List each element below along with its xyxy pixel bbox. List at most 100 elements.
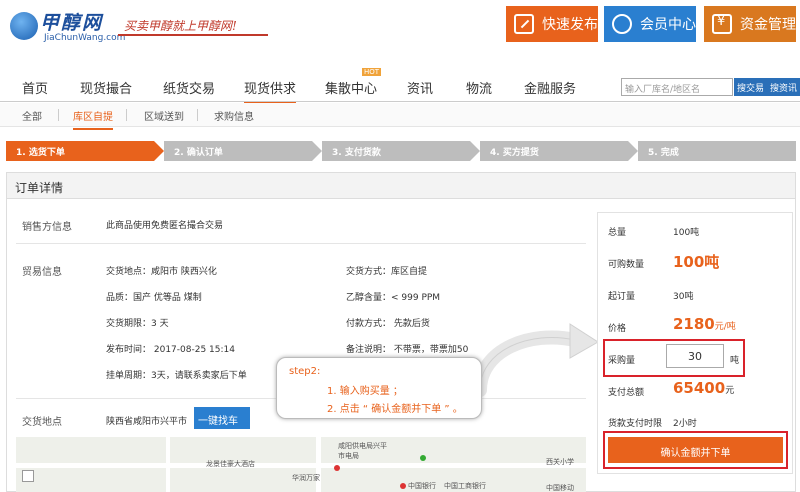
- step-label: 2. 确认订单: [174, 148, 223, 158]
- location-value: 陕西省咸阳市兴平市: [106, 417, 188, 427]
- divider: [16, 243, 586, 244]
- find-car-button[interactable]: 一键找车: [194, 407, 250, 429]
- map-label: 中国银行: [408, 482, 436, 490]
- amount-unit: 元: [725, 386, 735, 396]
- search-input[interactable]: 输入厂库名/地区名: [621, 78, 733, 96]
- nav-item-distribution-center[interactable]: 集散中心: [325, 78, 377, 97]
- map-label: 中国工商银行: [444, 482, 486, 490]
- total-label: 总量: [608, 228, 627, 238]
- price-value: 2180: [673, 315, 715, 333]
- order-steps: 1. 选货下单 2. 确认订单 3. 支付货款 4. 买方提货 5. 完成: [6, 141, 796, 161]
- map-road: [316, 437, 321, 492]
- confirm-order-button[interactable]: 确认金额并下单: [608, 437, 783, 463]
- user-icon: [612, 14, 632, 34]
- nav-item-paper-trading[interactable]: 纸货交易: [163, 78, 215, 97]
- step-1: 1. 选货下单: [6, 141, 164, 161]
- map-label: 华润万家: [292, 474, 320, 482]
- sub-nav: 全部 库区自提 区域送到 求购信息: [0, 103, 800, 130]
- step-arrow: [154, 141, 164, 161]
- map-label: 中国移动: [546, 484, 574, 492]
- trade-field: 发布时间： 2017-08-25 15:14: [106, 345, 235, 355]
- seller-value: 此商品使用免费匿名撮合交易: [106, 221, 224, 231]
- panel-title: 订单详情: [7, 173, 795, 199]
- location-map[interactable]: 龙景佳豪大酒店 咸阳供电局兴平市电局 华润万家 中国银行 中国工商银行 西关小学…: [16, 437, 586, 492]
- trade-field: 挂单周期：3天，请联系卖家后下单: [106, 371, 247, 381]
- hot-badge: HOT: [362, 68, 382, 76]
- step-4: 4. 买方提货: [480, 141, 638, 161]
- subnav-item-self-pickup[interactable]: 库区自提: [73, 108, 113, 130]
- quantity-unit: 吨: [730, 356, 740, 366]
- slogan-underline: [118, 34, 268, 36]
- trade-field: 乙醇含量：< 999 PPM: [346, 293, 441, 303]
- amount-label: 支付总额: [608, 388, 645, 398]
- step-2: 2. 确认订单: [164, 141, 322, 161]
- available-value: 100吨: [673, 253, 720, 271]
- member-center-button[interactable]: 会员中心: [604, 6, 696, 42]
- map-control-icon[interactable]: [22, 470, 34, 482]
- nav-item-spot-supply[interactable]: 现货供求: [244, 78, 297, 104]
- yen-icon: [712, 14, 732, 34]
- subnav-item-regional-delivery[interactable]: 区域送到: [144, 108, 184, 123]
- price-value-group: 2180元/吨: [673, 315, 736, 333]
- nav-item-home[interactable]: 首页: [22, 78, 48, 97]
- search-news-button[interactable]: 搜资讯: [767, 78, 800, 96]
- curved-arrow-icon: [473, 323, 599, 397]
- nav-item-news[interactable]: 资讯: [407, 78, 433, 97]
- slogan: 买卖甲醇就上甲醇网!: [124, 19, 237, 33]
- map-road: [16, 463, 586, 468]
- amount-value: 65400: [673, 379, 726, 397]
- map-road: [166, 437, 170, 492]
- fund-management-button[interactable]: 资金管理: [704, 6, 796, 42]
- step-5: 5. 完成: [638, 141, 796, 161]
- member-center-label: 会员中心: [640, 17, 696, 33]
- quantity-input[interactable]: 30: [666, 344, 724, 368]
- map-label: 西关小学: [546, 458, 574, 466]
- logo-domain: JiaChunWang.com: [44, 33, 126, 43]
- step-label: 5. 完成: [648, 148, 679, 158]
- nav-item-spot-matching[interactable]: 现货撮合: [80, 78, 132, 97]
- price-label: 价格: [608, 324, 627, 334]
- nav-item-finance[interactable]: 金融服务: [524, 78, 576, 97]
- callout-title: step2:: [289, 366, 321, 377]
- subnav-divider: [126, 109, 127, 121]
- total-value: 100吨: [673, 228, 700, 238]
- callout-line: 2. 点击 “ 确认金额并下单 ” 。: [327, 404, 463, 415]
- order-summary: 总量 100吨 可购数量 100吨 起订量 30吨 价格 2180元/吨 采购量…: [597, 212, 793, 474]
- map-pin-icon: [400, 483, 406, 489]
- location-label: 交货地点: [22, 417, 62, 428]
- seller-label: 销售方信息: [22, 222, 72, 233]
- trade-info-label: 贸易信息: [22, 267, 62, 278]
- quick-publish-button[interactable]: 快速发布: [506, 6, 598, 42]
- trade-field: 备注说明： 不带票，带票加50: [346, 345, 469, 355]
- subnav-divider: [58, 109, 59, 121]
- min-order-label: 起订量: [608, 292, 636, 302]
- nav-item-logistics[interactable]: 物流: [466, 78, 492, 97]
- deadline-value: 2小时: [673, 419, 697, 429]
- subnav-item-purchase-info[interactable]: 求购信息: [214, 108, 254, 123]
- subnav-item-all[interactable]: 全部: [22, 108, 42, 123]
- price-unit: 元/吨: [714, 322, 736, 332]
- trade-field: 交货方式：库区自提: [346, 267, 428, 277]
- trade-field: 交货地点：咸阳市 陕西兴化: [106, 267, 217, 277]
- site-logo[interactable]: 甲醇网 JiaChunWang.com: [10, 6, 125, 46]
- main-nav: 首页 现货撮合 纸货交易 现货供求 集散中心 HOT 资讯 物流 金融服务 输入…: [0, 68, 800, 104]
- step-label: 3. 支付货款: [332, 148, 381, 158]
- map-label: 咸阳供电局兴平市电局: [338, 442, 387, 460]
- callout-line: 1. 输入购买量 ；: [327, 386, 403, 397]
- search-trade-button[interactable]: 搜交易: [734, 78, 768, 96]
- deadline-label: 货款支付时限: [608, 419, 663, 429]
- trade-field: 交货期限：3 天: [106, 319, 169, 329]
- fund-management-label: 资金管理: [740, 17, 796, 33]
- logo-text: 甲醇网: [40, 12, 104, 34]
- min-order-value: 30吨: [673, 292, 694, 302]
- map-label: 龙景佳豪大酒店: [206, 460, 255, 468]
- available-label: 可购数量: [608, 260, 645, 270]
- quantity-label: 采购量: [608, 356, 636, 366]
- trade-field: 品质：国产 优等品 煤制: [106, 293, 202, 303]
- subnav-divider: [197, 109, 198, 121]
- quick-publish-label: 快速发布: [542, 17, 598, 33]
- trade-field: 付款方式： 先款后货: [346, 319, 430, 329]
- map-pin-icon: [420, 455, 426, 461]
- map-pin-icon: [334, 465, 340, 471]
- step-callout: step2: 1. 输入购买量 ； 2. 点击 “ 确认金额并下单 ” 。: [276, 357, 482, 419]
